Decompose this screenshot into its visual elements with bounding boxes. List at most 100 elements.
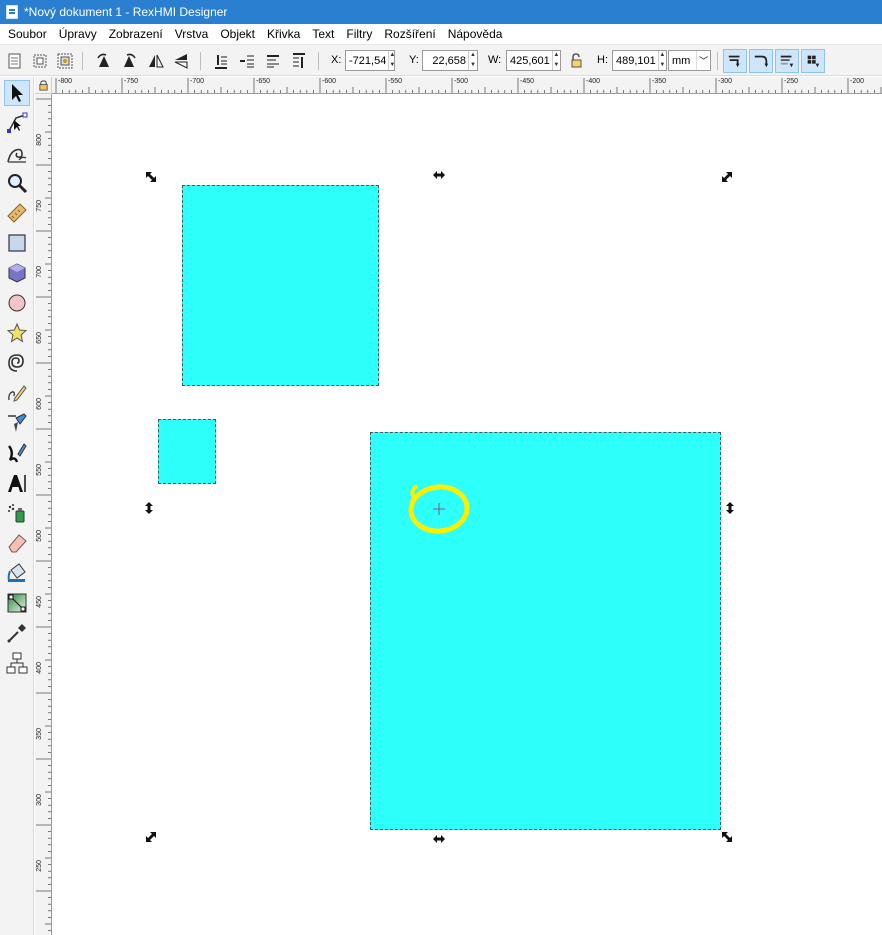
- x-stepper[interactable]: ▲ ▼: [388, 51, 395, 70]
- h-field[interactable]: 489,101 ▲ ▼: [612, 50, 667, 71]
- ruler-label: -550: [388, 78, 403, 85]
- toolbox: [0, 77, 34, 935]
- ruler-label: -650: [256, 78, 271, 85]
- ruler-label: 700: [36, 266, 43, 278]
- toolbar-separator: [82, 52, 83, 70]
- measure-tool[interactable]: [4, 200, 30, 226]
- chevron-down-icon: ﹀: [696, 51, 710, 70]
- vertical-ruler[interactable]: 800 750 700 650 600 550 500 450 400 350 …: [35, 94, 52, 935]
- drawing-canvas[interactable]: [53, 95, 882, 935]
- spiral-tool[interactable]: [4, 350, 30, 376]
- menu-krivka[interactable]: Křivka: [262, 27, 307, 41]
- cyan-rectangle-small[interactable]: [158, 419, 216, 484]
- text-tool[interactable]: [4, 470, 30, 496]
- lower-bottom-icon[interactable]: [210, 50, 232, 72]
- scale-handle-right[interactable]: [723, 501, 737, 515]
- toolbar-separator: [717, 52, 718, 70]
- scale-handle-bottom-right[interactable]: [720, 830, 734, 844]
- ruler-label: -200: [850, 78, 865, 85]
- flip-vertical-icon[interactable]: [170, 50, 192, 72]
- ruler-label: -750: [124, 78, 139, 85]
- ruler-label: 650: [36, 332, 43, 344]
- lower-icon[interactable]: [236, 50, 258, 72]
- ruler-label: -700: [190, 78, 205, 85]
- horizontal-ruler[interactable]: -800 -750 -700 -650 -600 -550 -500 -450 …: [52, 77, 882, 94]
- rotate-ccw-icon[interactable]: [93, 50, 115, 72]
- menu-rozsireni[interactable]: Rozšíření: [379, 27, 442, 41]
- w-field[interactable]: 425,601 ▲ ▼: [506, 50, 561, 71]
- menu-filtry[interactable]: Filtry: [341, 27, 379, 41]
- ruler-label: 450: [36, 596, 43, 608]
- raise-icon[interactable]: [262, 50, 284, 72]
- menu-napoveda[interactable]: Nápověda: [443, 27, 510, 41]
- menu-text[interactable]: Text: [307, 27, 341, 41]
- spray-tool[interactable]: [4, 500, 30, 526]
- menu-objekt[interactable]: Objekt: [215, 27, 262, 41]
- ruler-label: -450: [520, 78, 535, 85]
- ellipse-tool[interactable]: [4, 290, 30, 316]
- menu-zobrazeni[interactable]: Zobrazení: [104, 27, 170, 41]
- unit-select[interactable]: mm ﹀: [668, 50, 711, 71]
- scale-handle-top[interactable]: [432, 168, 446, 182]
- h-value: 489,101: [616, 54, 656, 67]
- ruler-label: 250: [36, 860, 43, 872]
- tweak-tool[interactable]: [4, 140, 30, 166]
- ruler-label: 800: [36, 134, 43, 146]
- scale-handle-top-left[interactable]: [144, 170, 158, 184]
- h-stepper[interactable]: ▲ ▼: [657, 51, 666, 70]
- rotate-cw-icon[interactable]: [118, 50, 140, 72]
- lock-ratio-icon[interactable]: [565, 50, 587, 72]
- calligraphy-tool[interactable]: [4, 440, 30, 466]
- gradient-tool[interactable]: [4, 590, 30, 616]
- cyan-rectangle-top[interactable]: [182, 185, 379, 386]
- ruler-label: -400: [586, 78, 601, 85]
- dropper-tool[interactable]: [4, 620, 30, 646]
- scale-handle-left[interactable]: [142, 501, 156, 515]
- flip-horizontal-icon[interactable]: [145, 50, 167, 72]
- h-label: H:: [597, 54, 608, 66]
- node-tool[interactable]: [4, 110, 30, 136]
- scale-handle-bottom[interactable]: [432, 832, 446, 846]
- menu-soubor[interactable]: Soubor: [3, 27, 54, 41]
- menu-vrstva[interactable]: Vrstva: [170, 27, 216, 41]
- ruler-label: 350: [36, 728, 43, 740]
- deselect-icon[interactable]: [54, 50, 76, 72]
- pencil-tool[interactable]: [4, 380, 30, 406]
- x-field[interactable]: -721,54 ▲ ▼: [345, 50, 395, 71]
- eraser-tool[interactable]: [4, 530, 30, 556]
- 3d-box-tool[interactable]: [4, 260, 30, 286]
- toolbar-separator: [200, 52, 201, 70]
- transform-pattern-icon[interactable]: [801, 49, 825, 73]
- raise-top-icon[interactable]: [288, 50, 310, 72]
- transform-gradient-icon[interactable]: [775, 49, 799, 73]
- scale-handle-top-right[interactable]: [720, 170, 734, 184]
- ruler-label: -800: [58, 78, 73, 85]
- menu-upravy[interactable]: Úpravy: [54, 27, 104, 41]
- connector-tool[interactable]: [4, 650, 30, 676]
- rectangle-tool[interactable]: [4, 230, 30, 256]
- star-tool[interactable]: [4, 320, 30, 346]
- toolbar-separator: [318, 52, 319, 70]
- y-stepper[interactable]: ▲ ▼: [468, 51, 477, 70]
- rotation-center-icon[interactable]: [433, 503, 445, 515]
- scale-handle-bottom-left[interactable]: [144, 830, 158, 844]
- scale-corners-icon[interactable]: [749, 49, 773, 73]
- selector-tool[interactable]: [4, 80, 30, 106]
- y-field[interactable]: 22,658 ▲ ▼: [422, 50, 478, 71]
- y-value: 22,658: [432, 54, 466, 67]
- zoom-tool[interactable]: [4, 170, 30, 196]
- select-all-icon[interactable]: [4, 50, 26, 72]
- paint-bucket-tool[interactable]: [4, 560, 30, 586]
- x-label: X:: [331, 54, 342, 66]
- w-label: W:: [488, 54, 502, 66]
- pen-tool[interactable]: [4, 410, 30, 436]
- ruler-label: 300: [36, 794, 43, 806]
- ruler-label: -500: [454, 78, 469, 85]
- ruler-label: -350: [652, 78, 667, 85]
- ruler-label: 600: [36, 398, 43, 410]
- w-value: 425,601: [510, 54, 550, 67]
- select-all-layers-icon[interactable]: [29, 50, 51, 72]
- w-stepper[interactable]: ▲ ▼: [551, 51, 560, 70]
- lock-guides-icon[interactable]: [35, 77, 52, 94]
- scale-stroke-icon[interactable]: [723, 49, 747, 73]
